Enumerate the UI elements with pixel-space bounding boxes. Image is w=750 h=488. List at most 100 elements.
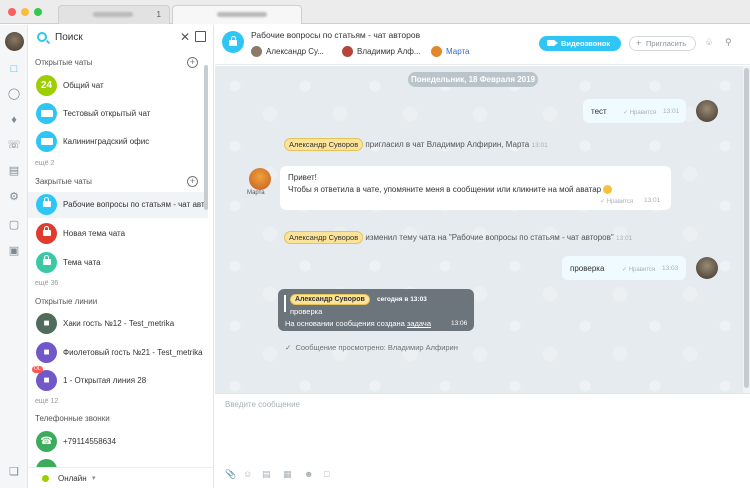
user-icon[interactable]: ☺ xyxy=(243,469,252,479)
tab-1[interactable]: 1 xyxy=(58,5,170,24)
chat-scrollbar[interactable] xyxy=(743,66,750,393)
author-mention[interactable]: Александр Суворов xyxy=(284,231,364,244)
bell-icon[interactable]: ♦ xyxy=(7,113,21,127)
author-name: Марта xyxy=(247,190,265,196)
close-window-button[interactable] xyxy=(8,8,16,16)
chat-item-topic[interactable]: Тема чата xyxy=(28,250,208,276)
close-icon[interactable]: ✕ xyxy=(180,30,190,44)
message-time: 13:01 xyxy=(644,197,661,204)
video-call-button[interactable]: Видеозвонок xyxy=(539,36,621,51)
message-bubble[interactable]: Привет! Чтобы я ответила в чате, упомянит… xyxy=(280,166,671,210)
compose-icon[interactable] xyxy=(195,31,206,42)
maximize-window-button[interactable] xyxy=(34,8,42,16)
chat-item-general[interactable]: 24 Общий чат xyxy=(28,73,208,99)
line-badge: OL xyxy=(32,366,43,373)
chat-item-test-open[interactable]: Тестовый открытый чат xyxy=(28,101,208,127)
show-more-closed-chats[interactable]: ещё 36 xyxy=(35,280,58,287)
author-avatar[interactable] xyxy=(696,257,718,279)
search-input[interactable]: Поиск xyxy=(55,32,83,43)
left-rail: □ ◯ ♦ ☏ ▤ ⚙ ▢ ▣ ❏ xyxy=(0,25,28,488)
open-chat-icon xyxy=(36,103,57,124)
invite-button[interactable]: + Пригласить xyxy=(629,36,696,51)
send-file-icon[interactable]: □ xyxy=(324,469,329,479)
search-icon[interactable]: ⚲ xyxy=(725,37,732,48)
minimize-window-button[interactable] xyxy=(21,8,29,16)
quote-body: На основании сообщения создана задача xyxy=(285,319,432,328)
windows-icon[interactable]: ❏ xyxy=(7,465,21,479)
chat-item-line-28[interactable]: ■ OL 1 - Открытая линия 28 xyxy=(28,366,208,394)
attach-icon[interactable]: 📎 xyxy=(225,469,236,480)
documents-icon[interactable]: ▣ xyxy=(7,244,21,258)
chevron-down-icon[interactable]: ▾ xyxy=(615,38,619,46)
add-open-chat-button[interactable]: + xyxy=(187,57,198,68)
chat-avatar: 24 xyxy=(36,75,57,96)
member-item[interactable]: Владимир Алф... xyxy=(342,46,420,58)
like-button[interactable]: ✓ Нравится xyxy=(600,198,633,205)
author-mention[interactable]: Александр Суворов xyxy=(284,138,364,151)
sidebar-scrollbar[interactable] xyxy=(204,65,208,210)
chat-scrollbar-thumb[interactable] xyxy=(744,68,749,388)
status-label: Онлайн xyxy=(58,474,87,483)
chat-name: +79114558634 xyxy=(63,437,117,446)
search-icon xyxy=(37,32,47,42)
chevron-down-icon: ▾ xyxy=(92,475,96,482)
show-more-open-lines[interactable]: ещё 12 xyxy=(35,398,58,405)
message-list: Понедельник, 18 Февраля 2019 тест ✓ Нрав… xyxy=(215,66,743,393)
chat-header: Рабочие вопросы по статьям - чат авторов… xyxy=(215,25,750,65)
tab-2[interactable] xyxy=(172,5,302,24)
section-title-open-chats: Открытые чаты xyxy=(35,58,93,67)
message-time: 13:01 xyxy=(531,142,548,149)
chat-name: Калининградский офис xyxy=(63,137,150,146)
member-item[interactable]: Александр Су... xyxy=(251,46,324,58)
chat-item-phone[interactable]: ☎ +79114558634 xyxy=(28,429,208,455)
show-more-open-chats[interactable]: ещё 2 xyxy=(35,160,54,167)
chat-item-new-topic[interactable]: Новая тема чата xyxy=(28,221,208,247)
quote-author[interactable]: Александр Суворов xyxy=(290,294,370,305)
message-bubble[interactable]: тест ✓ Нравится 13:01 xyxy=(583,99,686,123)
chat-item-line-khaki[interactable]: ■ Хаки гость №12 - Test_metrika xyxy=(28,311,208,337)
file-icon[interactable]: ▤ xyxy=(262,469,271,480)
search-row[interactable]: Поиск ✕ xyxy=(28,25,213,51)
message-input-area: Введите сообщение 📎 ☺ ▤ ▦ ☻ □ xyxy=(215,393,750,488)
status-selector[interactable]: Онлайн ▾ xyxy=(28,467,213,488)
notifications-icon[interactable]: ◯ xyxy=(7,87,21,101)
message-time: 13:01 xyxy=(663,108,680,115)
bell-icon[interactable]: ♧ xyxy=(705,37,713,48)
lock-icon xyxy=(36,194,57,215)
invite-label: Пригласить xyxy=(646,39,687,48)
chat-title[interactable]: Рабочие вопросы по статьям - чат авторов xyxy=(251,30,420,40)
tasks-icon[interactable]: ▢ xyxy=(7,218,21,232)
system-message: Александр Суворов изменил тему чата на "… xyxy=(284,231,632,244)
user-avatar[interactable] xyxy=(5,32,24,51)
message-input[interactable]: Введите сообщение xyxy=(225,400,300,409)
system-text: изменил тему чата на "Рабочие вопросы по… xyxy=(365,233,614,242)
phone-icon[interactable]: ☏ xyxy=(7,138,21,152)
tab-title-blurred xyxy=(93,12,133,17)
chat-bubble-icon: ■ xyxy=(36,370,57,391)
chat-name: 1 - Открытая линия 28 xyxy=(63,376,147,385)
message-text: проверка xyxy=(570,264,605,273)
chat-item-work-questions[interactable]: Рабочие вопросы по статьям - чат авторов xyxy=(28,192,208,218)
window-titlebar: 1 xyxy=(0,0,750,24)
member-item[interactable]: Марта xyxy=(431,46,470,58)
settings-icon[interactable]: ⚙ xyxy=(7,190,21,204)
chat-name: Рабочие вопросы по статьям - чат авторов xyxy=(63,200,205,209)
date-separator: Понедельник, 18 Февраля 2019 xyxy=(408,72,538,87)
chat-item-kaliningrad[interactable]: Калининградский офис xyxy=(28,129,208,155)
task-link[interactable]: задача xyxy=(407,319,431,328)
add-closed-chat-button[interactable]: + xyxy=(187,176,198,187)
chat-item-line-violet[interactable]: ■ Фиолетовый гость №21 - Test_metrika xyxy=(28,340,208,366)
section-title-phone-calls: Телефонные звонки xyxy=(35,414,110,423)
smile-icon[interactable]: ☻ xyxy=(304,469,313,479)
quote-message[interactable]: Александр Суворов сегодня в 13:03 провер… xyxy=(278,289,474,331)
like-button[interactable]: ✓ Нравится xyxy=(622,266,655,273)
calendar-icon[interactable]: ▦ xyxy=(283,469,292,480)
calendar-icon[interactable]: ▤ xyxy=(7,164,21,178)
message-bubble[interactable]: проверка ✓ Нравится 13:03 xyxy=(562,256,686,280)
like-button[interactable]: ✓ Нравится xyxy=(623,109,656,116)
chat-name: Хаки гость №12 - Test_metrika xyxy=(63,319,175,328)
author-avatar[interactable] xyxy=(696,100,718,122)
online-status-dot xyxy=(42,475,49,482)
chats-icon[interactable]: □ xyxy=(7,62,21,76)
marta-avatar[interactable] xyxy=(249,168,271,190)
